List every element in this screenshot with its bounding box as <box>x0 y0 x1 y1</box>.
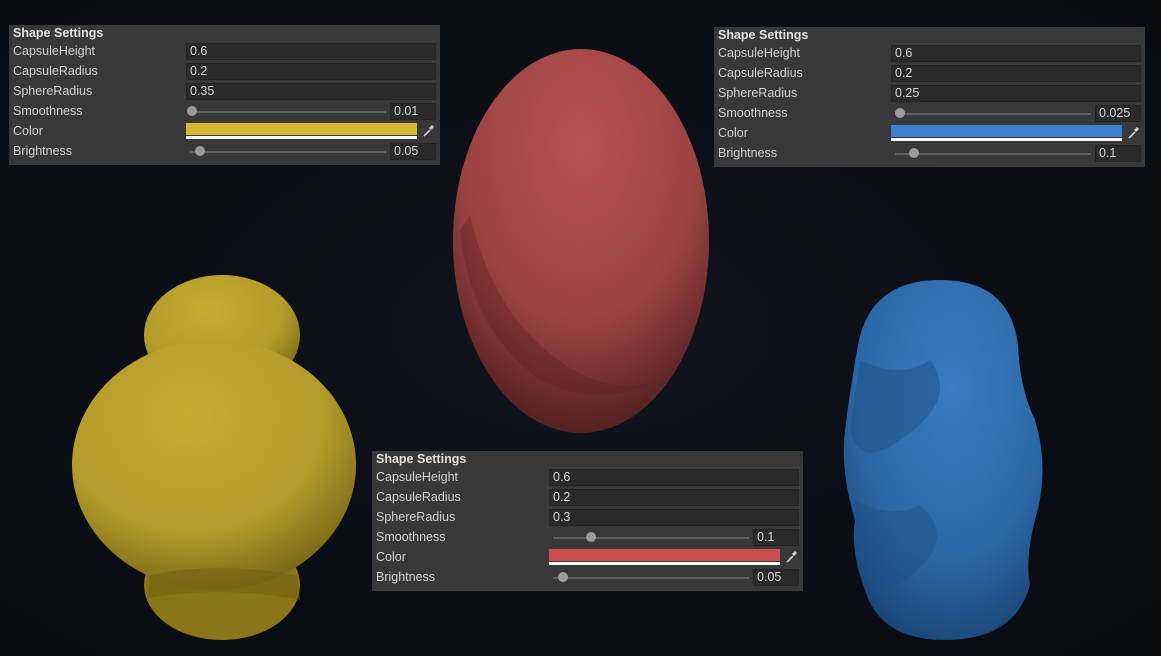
color-label: Color <box>718 126 748 140</box>
slider-thumb[interactable] <box>894 108 905 118</box>
yellow-shape <box>72 275 356 640</box>
capsule-radius-row: CapsuleRadius 0.2 <box>718 63 1141 83</box>
slider-thumb[interactable] <box>194 146 205 156</box>
smoothness-label: Smoothness <box>718 106 788 120</box>
smoothness-slider[interactable] <box>549 527 749 547</box>
capsule-radius-field[interactable]: 0.2 <box>186 63 436 80</box>
slider-thumb[interactable] <box>557 572 568 582</box>
sphere-radius-field[interactable]: 0.3 <box>549 509 799 526</box>
sphere-radius-row: SphereRadius 0.3 <box>376 507 799 527</box>
red-shape <box>453 49 709 433</box>
capsule-radius-field[interactable]: 0.2 <box>891 65 1141 82</box>
color-swatch[interactable] <box>891 125 1122 141</box>
smoothness-value-field[interactable]: 0.01 <box>390 103 436 120</box>
slider-track <box>895 153 1091 155</box>
color-fill <box>891 125 1122 137</box>
sphere-radius-label: SphereRadius <box>718 86 798 100</box>
eyedropper-icon[interactable] <box>1126 125 1141 141</box>
slider-track <box>190 151 386 153</box>
smoothness-slider[interactable] <box>891 103 1091 123</box>
slider-track <box>190 111 386 113</box>
smoothness-label: Smoothness <box>13 104 83 118</box>
color-fill <box>186 123 417 135</box>
color-label: Color <box>13 124 43 138</box>
capsule-height-row: CapsuleHeight 0.6 <box>376 467 799 487</box>
brightness-label: Brightness <box>13 144 73 158</box>
smoothness-label: Smoothness <box>376 530 446 544</box>
blue-shape <box>843 280 1043 640</box>
eyedropper-icon[interactable] <box>784 549 799 565</box>
capsule-height-label: CapsuleHeight <box>718 46 800 60</box>
smoothness-value-field[interactable]: 0.025 <box>1095 105 1141 122</box>
slider-thumb[interactable] <box>909 148 920 158</box>
color-swatch[interactable] <box>186 123 417 139</box>
alpha-bar <box>891 138 1122 141</box>
brightness-slider[interactable] <box>549 567 749 587</box>
sphere-radius-field[interactable]: 0.35 <box>186 83 436 100</box>
slider-track <box>553 537 749 539</box>
panel-title: Shape Settings <box>376 452 467 466</box>
alpha-bar <box>549 562 780 565</box>
smoothness-slider[interactable] <box>186 101 386 121</box>
color-fill <box>549 549 780 561</box>
color-row: Color <box>13 121 436 141</box>
capsule-height-field[interactable]: 0.6 <box>549 469 799 486</box>
brightness-label: Brightness <box>376 570 436 584</box>
sphere-radius-field[interactable]: 0.25 <box>891 85 1141 102</box>
brightness-row: Brightness 0.05 <box>13 141 436 161</box>
brightness-value-field[interactable]: 0.1 <box>1095 145 1141 162</box>
shape-settings-panel-yellow: Shape Settings CapsuleHeight 0.6 Capsule… <box>9 25 440 165</box>
slider-thumb[interactable] <box>186 106 197 116</box>
capsule-radius-row: CapsuleRadius 0.2 <box>376 487 799 507</box>
alpha-bar <box>186 136 417 139</box>
capsule-radius-label: CapsuleRadius <box>376 490 461 504</box>
slider-thumb[interactable] <box>586 532 597 542</box>
sphere-radius-row: SphereRadius 0.25 <box>718 83 1141 103</box>
brightness-slider[interactable] <box>891 143 1091 163</box>
brightness-slider[interactable] <box>186 141 386 161</box>
shape-settings-panel-blue: Shape Settings CapsuleHeight 0.6 Capsule… <box>714 27 1145 167</box>
color-row: Color <box>718 123 1141 143</box>
capsule-height-row: CapsuleHeight 0.6 <box>718 43 1141 63</box>
color-row: Color <box>376 547 799 567</box>
capsule-height-row: CapsuleHeight 0.6 <box>13 41 436 61</box>
color-label: Color <box>376 550 406 564</box>
brightness-value-field[interactable]: 0.05 <box>390 143 436 160</box>
smoothness-value-field[interactable]: 0.1 <box>753 529 799 546</box>
capsule-radius-field[interactable]: 0.2 <box>549 489 799 506</box>
capsule-height-label: CapsuleHeight <box>376 470 458 484</box>
capsule-height-field[interactable]: 0.6 <box>186 43 436 60</box>
smoothness-row: Smoothness 0.1 <box>376 527 799 547</box>
capsule-height-field[interactable]: 0.6 <box>891 45 1141 62</box>
capsule-radius-label: CapsuleRadius <box>718 66 803 80</box>
sphere-radius-label: SphereRadius <box>376 510 456 524</box>
panel-title: Shape Settings <box>13 26 104 40</box>
panel-title: Shape Settings <box>718 28 809 42</box>
slider-track <box>553 577 749 579</box>
smoothness-row: Smoothness 0.01 <box>13 101 436 121</box>
smoothness-row: Smoothness 0.025 <box>718 103 1141 123</box>
capsule-radius-label: CapsuleRadius <box>13 64 98 78</box>
capsule-radius-row: CapsuleRadius 0.2 <box>13 61 436 81</box>
sphere-radius-label: SphereRadius <box>13 84 93 98</box>
slider-track <box>895 113 1091 115</box>
brightness-value-field[interactable]: 0.05 <box>753 569 799 586</box>
capsule-height-label: CapsuleHeight <box>13 44 95 58</box>
brightness-row: Brightness 0.1 <box>718 143 1141 163</box>
brightness-label: Brightness <box>718 146 778 160</box>
color-swatch[interactable] <box>549 549 780 565</box>
sphere-radius-row: SphereRadius 0.35 <box>13 81 436 101</box>
brightness-row: Brightness 0.05 <box>376 567 799 587</box>
shape-settings-panel-red: Shape Settings CapsuleHeight 0.6 Capsule… <box>372 451 803 591</box>
eyedropper-icon[interactable] <box>421 123 436 139</box>
